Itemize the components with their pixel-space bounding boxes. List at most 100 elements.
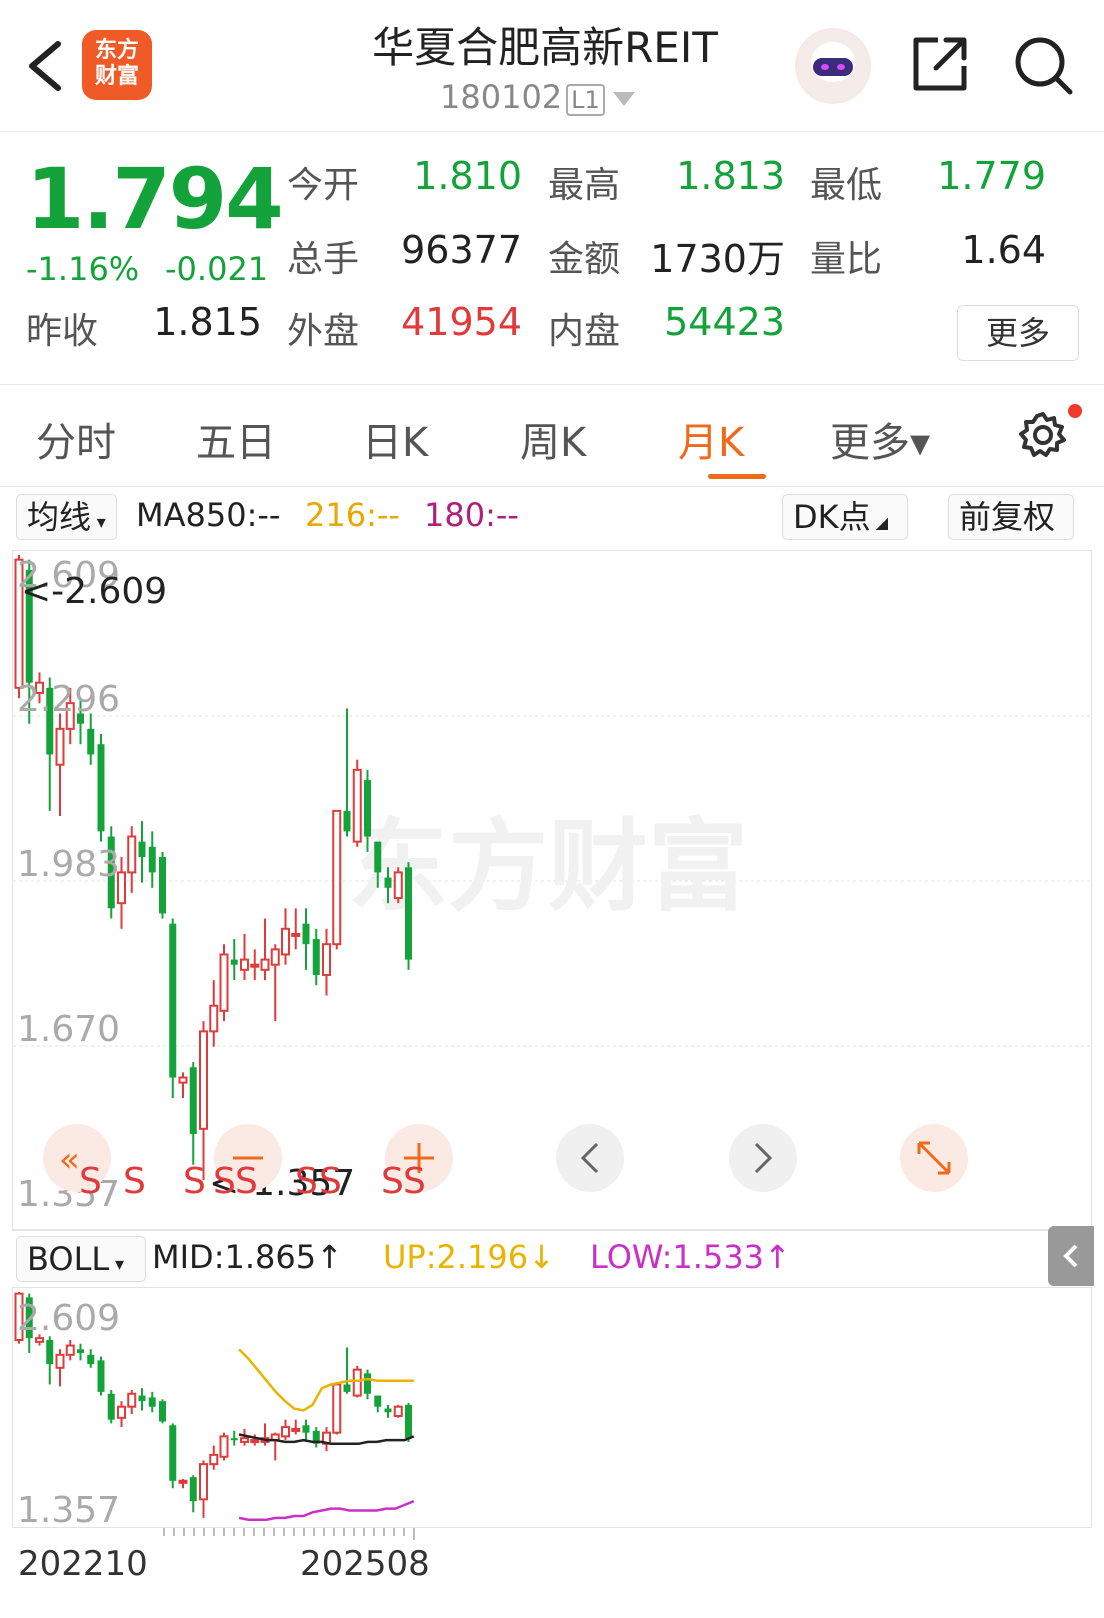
candle-body [281, 1426, 290, 1438]
search-icon[interactable] [1010, 32, 1076, 98]
candle-body [159, 857, 166, 914]
outer-label: 外盘 [287, 311, 360, 352]
open-value: 1.810 [413, 154, 522, 198]
candle-body [393, 1405, 403, 1417]
ma216-value: 216:-- [305, 496, 400, 534]
double-left-icon: « [59, 1140, 80, 1180]
kline-chart[interactable]: 东方财富 2.609 2.296 1.983 1.670 1.357 <-2.6… [12, 550, 1093, 1230]
candle-body [405, 1404, 412, 1439]
dropdown-triangle-icon [612, 92, 635, 106]
candle-body [332, 809, 342, 946]
tab-monthly-k[interactable]: 月K [678, 410, 744, 468]
candle-body [364, 1373, 371, 1394]
candle-body [291, 1427, 301, 1432]
candle-body [65, 1344, 75, 1356]
candle-body [189, 1477, 197, 1502]
outer-value: 41954 [401, 300, 522, 344]
volume-label: 总手 [287, 239, 360, 280]
candle-body [352, 1368, 362, 1397]
boll-chart[interactable]: 2.609 1.357 [12, 1288, 1092, 1531]
candle-body [405, 867, 412, 960]
candle-body [159, 1401, 166, 1422]
candle-body [148, 1397, 156, 1407]
candle-body [178, 1076, 188, 1084]
candle-body [189, 1067, 197, 1134]
sell-marker: S [79, 1161, 102, 1202]
prev-button[interactable] [556, 1124, 624, 1192]
prev-close-value: 1.815 [153, 300, 262, 344]
candle-body [260, 958, 270, 971]
prev-close-label: 昨收 [26, 311, 99, 352]
candle-body [199, 1030, 208, 1130]
app-logo[interactable]: 东方 财富 [82, 30, 152, 100]
sell-marker: S [235, 1161, 258, 1202]
candle-body [138, 841, 146, 858]
open-label: 今开 [287, 165, 360, 206]
candle-body [209, 1453, 219, 1466]
sell-markers: S S S S S S S S S [79, 1161, 426, 1202]
next-button[interactable] [729, 1124, 797, 1192]
notification-dot [1068, 404, 1082, 418]
tab-weekly-k[interactable]: 周K [520, 410, 586, 468]
boll-low-value: LOW:1.533↑ [590, 1238, 791, 1276]
settings-gear-icon[interactable] [1018, 410, 1068, 460]
ma180-value: 180:-- [424, 496, 519, 534]
candle-body [169, 1425, 177, 1481]
security-code[interactable]: 180102 L1 [440, 78, 635, 116]
candle-body [97, 744, 105, 832]
candle-body [312, 939, 320, 975]
sell-marker: S [183, 1161, 206, 1202]
tab-five-day[interactable]: 五日 [196, 410, 276, 468]
candle-body [169, 923, 177, 1078]
candle-body [219, 1435, 229, 1458]
candle-body [117, 1405, 126, 1419]
change-percent: -1.16% [26, 250, 140, 288]
candle-body [87, 1354, 95, 1365]
low-value: 1.779 [937, 154, 1046, 198]
inner-value: 54423 [664, 300, 785, 344]
candle-body [240, 958, 249, 971]
boll-up-line [238, 1348, 414, 1412]
quote-more-button[interactable]: 更多 [957, 305, 1079, 361]
level-badge: L1 [566, 84, 605, 116]
volume-ratio-label: 量比 [810, 239, 883, 280]
share-icon[interactable] [908, 32, 972, 96]
adjust-select[interactable]: 前复权 [948, 494, 1074, 540]
corner-triangle-icon: ◢ [870, 513, 889, 532]
candle-body [46, 1339, 54, 1365]
candle-body [127, 835, 137, 874]
candle-body [178, 1479, 188, 1484]
candle-body [322, 943, 331, 976]
panel-collapse-button[interactable] [1048, 1226, 1094, 1286]
dropdown-icon: ▾ [109, 1254, 124, 1275]
ma-select-label: 均线 [27, 498, 92, 536]
candle-body [343, 1384, 351, 1392]
sell-marker: S [295, 1161, 318, 1202]
sub-indicator-select[interactable]: BOLL ▾ [16, 1236, 146, 1282]
candle-body [127, 1392, 137, 1408]
time-axis-ticks [163, 1528, 415, 1540]
boll-y-tick-bottom: 1.357 [17, 1490, 120, 1528]
sell-marker: S [319, 1161, 342, 1202]
code-text: 180102 [440, 78, 563, 116]
candle-body [384, 877, 392, 888]
amount-value: 1730万 [650, 237, 785, 281]
candle-body [343, 810, 351, 832]
back-arrow-icon[interactable] [22, 36, 66, 96]
y-tick-2: 2.296 [17, 679, 120, 720]
dk-point-select[interactable]: DK点 ◢ [782, 494, 908, 540]
sell-marker: S [123, 1161, 146, 1202]
candle-body [240, 1437, 249, 1443]
volume-value: 96377 [401, 228, 522, 272]
ai-assistant-icon[interactable] [795, 28, 871, 104]
tab-more[interactable]: 更多▾ [830, 410, 930, 468]
tab-daily-k[interactable]: 日K [362, 410, 428, 468]
tab-intraday[interactable]: 分时 [36, 410, 116, 468]
ma-select[interactable]: 均线 ▾ [16, 494, 117, 540]
candle-body [250, 963, 260, 968]
boll-mid-value: MID:1.865↑ [152, 1238, 343, 1276]
boll-up-value: UP:2.196↓ [383, 1238, 555, 1276]
boll-y-tick-top: 2.609 [17, 1298, 120, 1339]
candle-body [77, 1349, 84, 1353]
candle-body [230, 959, 238, 965]
